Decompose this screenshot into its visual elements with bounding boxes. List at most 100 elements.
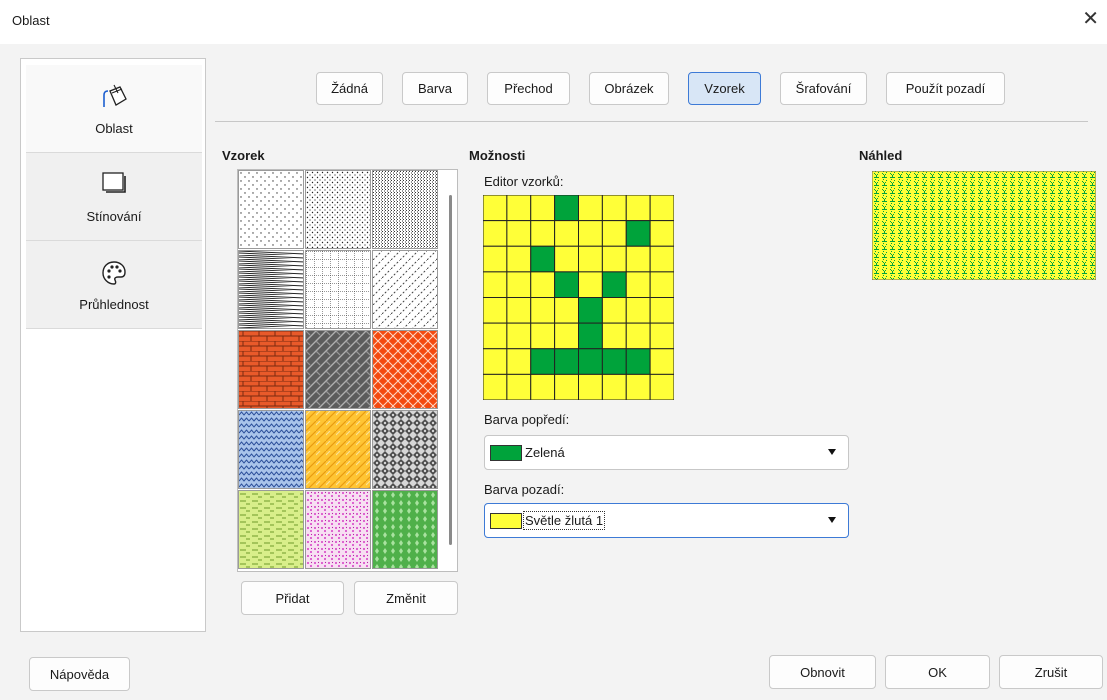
pattern-editor-cell[interactable]: [506, 245, 532, 273]
pattern-editor-cell[interactable]: [649, 220, 674, 247]
pattern-swatch-checker-gray[interactable]: [372, 410, 438, 489]
pattern-swatch-confetti-magenta[interactable]: [305, 490, 371, 569]
pattern-editor-cell[interactable]: [506, 195, 532, 222]
pattern-editor-cell[interactable]: [483, 297, 508, 324]
pattern-editor-cell[interactable]: [649, 245, 674, 273]
pattern-editor-cell[interactable]: [649, 348, 674, 375]
tab-zadna[interactable]: Žádná: [316, 72, 383, 105]
cancel-button[interactable]: Zrušit: [999, 655, 1103, 689]
pattern-swatch-dots-dense-white[interactable]: [372, 170, 438, 249]
pattern-editor-cell[interactable]: [554, 348, 579, 375]
pattern-editor-cell[interactable]: [483, 373, 508, 400]
pattern-editor-cell[interactable]: [506, 297, 532, 324]
pattern-editor-cell[interactable]: [483, 348, 508, 375]
close-icon[interactable]: ✕: [1082, 9, 1099, 29]
pattern-swatch-dashed-diagonal[interactable]: [372, 250, 438, 329]
pattern-editor-cell[interactable]: [506, 348, 532, 375]
pattern-swatch-dots-sparse-white[interactable]: [238, 170, 304, 249]
pattern-swatch-diagonal-lines-dense[interactable]: [238, 250, 304, 329]
change-pattern-button[interactable]: Změnit: [354, 581, 458, 615]
foreground-color-dropdown[interactable]: Zelená: [484, 435, 849, 470]
pattern-editor-cell[interactable]: [601, 348, 627, 375]
pattern-editor-cell[interactable]: [649, 271, 674, 298]
pattern-editor-cell[interactable]: [601, 373, 627, 400]
pattern-editor-cell[interactable]: [530, 297, 556, 324]
pattern-editor-cell[interactable]: [625, 322, 651, 350]
pattern-editor-cell[interactable]: [530, 220, 556, 247]
pattern-editor-cell[interactable]: [578, 220, 603, 247]
pattern-editor-cell[interactable]: [601, 297, 627, 324]
pattern-editor-cell[interactable]: [578, 297, 603, 324]
tab-obrazek[interactable]: Obrázek: [589, 72, 669, 105]
pattern-swatch-zigzag-blue[interactable]: [238, 410, 304, 489]
pattern-editor-cell[interactable]: [530, 322, 556, 350]
pattern-editor-cell[interactable]: [625, 220, 651, 247]
pattern-editor-cell[interactable]: [554, 245, 579, 273]
pattern-swatch-dots-medium-white[interactable]: [305, 170, 371, 249]
pattern-editor-cell[interactable]: [554, 195, 579, 222]
pattern-editor-cell[interactable]: [625, 271, 651, 298]
pattern-editor-cell[interactable]: [601, 322, 627, 350]
pattern-editor-cell[interactable]: [554, 322, 579, 350]
pattern-editor-cell[interactable]: [625, 297, 651, 324]
pattern-editor-grid[interactable]: [483, 195, 674, 400]
pattern-editor-cell[interactable]: [649, 322, 674, 350]
pattern-editor-cell[interactable]: [530, 271, 556, 298]
help-button[interactable]: Nápověda: [29, 657, 130, 691]
tab-vzorek[interactable]: Vzorek: [688, 72, 761, 105]
pattern-editor-cell[interactable]: [649, 297, 674, 324]
pattern-swatch-diamonds-green[interactable]: [372, 490, 438, 569]
pattern-editor-cell[interactable]: [625, 348, 651, 375]
pattern-editor-cell[interactable]: [601, 195, 627, 222]
pattern-editor-cell[interactable]: [530, 373, 556, 400]
pattern-editor-cell[interactable]: [601, 271, 627, 298]
pattern-editor-cell[interactable]: [578, 348, 603, 375]
pattern-editor-cell[interactable]: [578, 373, 603, 400]
pattern-editor-cell[interactable]: [506, 220, 532, 247]
pattern-editor-cell[interactable]: [483, 220, 508, 247]
pattern-editor-cell[interactable]: [530, 195, 556, 222]
pattern-editor-cell[interactable]: [530, 245, 556, 273]
pattern-editor-cell[interactable]: [625, 195, 651, 222]
pattern-editor-cell[interactable]: [649, 195, 674, 222]
pattern-editor-cell[interactable]: [483, 245, 508, 273]
reset-button[interactable]: Obnovit: [769, 655, 876, 689]
tab-pouzit-pozadi[interactable]: Použít pozadí: [886, 72, 1005, 105]
add-pattern-button[interactable]: Přidat: [241, 581, 344, 615]
pattern-swatch-weave-gray[interactable]: [305, 330, 371, 409]
pattern-editor-cell[interactable]: [554, 220, 579, 247]
pattern-editor-cell[interactable]: [578, 195, 603, 222]
pattern-editor-cell[interactable]: [483, 195, 508, 222]
pattern-editor-cell[interactable]: [506, 322, 532, 350]
pattern-editor-cell[interactable]: [530, 348, 556, 375]
pattern-swatch-grid-small[interactable]: [305, 250, 371, 329]
sidebar-item-oblast[interactable]: Oblast: [26, 65, 202, 153]
tab-srafovani[interactable]: Šrafování: [780, 72, 867, 105]
pattern-swatch-tiles-red[interactable]: [372, 330, 438, 409]
pattern-editor-cell[interactable]: [483, 271, 508, 298]
pattern-editor-cell[interactable]: [625, 373, 651, 400]
pattern-editor-cell[interactable]: [578, 271, 603, 298]
pattern-editor-cell[interactable]: [506, 271, 532, 298]
pattern-editor-cell[interactable]: [554, 271, 579, 298]
pattern-list-scrollbar[interactable]: [449, 195, 452, 545]
pattern-editor-cell[interactable]: [578, 322, 603, 350]
pattern-editor-cell[interactable]: [649, 373, 674, 400]
pattern-editor-cell[interactable]: [578, 245, 603, 273]
pattern-editor-cell[interactable]: [601, 220, 627, 247]
background-color-dropdown[interactable]: Světle žlutá 1: [484, 503, 849, 538]
sidebar-item-pruhlednost[interactable]: Průhlednost: [26, 241, 202, 329]
pattern-editor-cell[interactable]: [554, 297, 579, 324]
tab-barva[interactable]: Barva: [402, 72, 468, 105]
pattern-editor-cell[interactable]: [601, 245, 627, 273]
tab-prechod[interactable]: Přechod: [487, 72, 570, 105]
pattern-swatch-shingles-yellow[interactable]: [305, 410, 371, 489]
pattern-editor-cell[interactable]: [625, 245, 651, 273]
pattern-swatch-bricks-orange[interactable]: [238, 330, 304, 409]
pattern-editor-cell[interactable]: [483, 322, 508, 350]
pattern-editor-cell[interactable]: [506, 373, 532, 400]
ok-button[interactable]: OK: [885, 655, 990, 689]
sidebar-item-stinovani[interactable]: Stínování: [26, 153, 202, 241]
pattern-editor-cell[interactable]: [554, 373, 579, 400]
pattern-swatch-dashes-lime[interactable]: [238, 490, 304, 569]
